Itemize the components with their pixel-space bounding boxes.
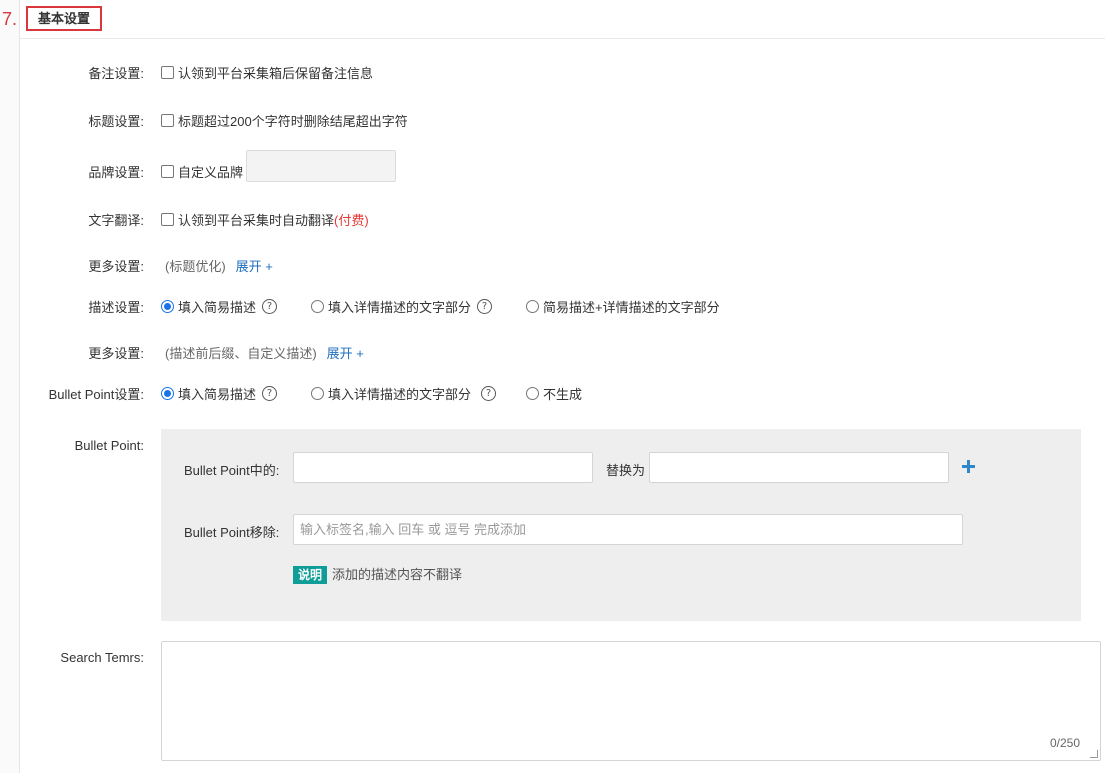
brand-row: 品牌设置: 自定义品牌 (0, 150, 1105, 184)
note-text: 添加的描述内容不翻译 (332, 567, 463, 582)
add-rule-button[interactable] (962, 459, 975, 475)
auto-translate-checkbox[interactable] (161, 212, 174, 226)
help-icon[interactable]: ? (262, 298, 278, 314)
title-setting-label: 标题设置: (88, 113, 144, 129)
translate-label: 文字翻译: (88, 212, 144, 228)
desc-radio-simple[interactable] (161, 299, 174, 313)
custom-brand-option[interactable]: 自定义品牌 (161, 162, 243, 181)
brand-label: 品牌设置: (88, 164, 144, 180)
bullet-remove-label: Bullet Point移除: (184, 525, 280, 540)
section-number: 7. (2, 9, 18, 29)
auto-translate-text: 认领到平台采集时自动翻译 (178, 212, 335, 228)
note-badge: 说明 (293, 566, 328, 584)
title-truncate-text: 标题超过200个字符时删除结尾超出字符 (178, 113, 408, 129)
more-settings-desc-content: (描述前后缀、自定义描述) 展开 + (165, 343, 364, 362)
remark-row: 备注设置: 认领到平台采集箱后保留备注信息 (0, 59, 1105, 85)
desc-option-combined-text: 简易描述+详情描述的文字部分 (543, 299, 720, 315)
search-terms-label: Search Temrs: (60, 650, 144, 665)
bullet-setting-row: Bullet Point设置: 填入简易描述 ? 填入详情描述的文字部分 ? 不… (0, 380, 1105, 406)
title-truncate-checkbox[interactable] (161, 113, 174, 127)
bullet-radio-detail[interactable] (311, 386, 324, 400)
description-label: 描述设置: (88, 299, 144, 315)
title-optimize-hint: (标题优化) (165, 258, 226, 274)
custom-brand-text: 自定义品牌 (178, 164, 244, 180)
bullet-replace-label: Bullet Point中的: (184, 463, 280, 478)
desc-option-simple[interactable]: 填入简易描述 ? (161, 293, 278, 319)
paid-tag: (付费) (334, 212, 369, 228)
bullet-radio-none[interactable] (526, 386, 539, 400)
search-terms-textarea[interactable]: 0/250 (161, 641, 1101, 761)
section-title: 基本设置 (26, 6, 103, 31)
expand-desc-link[interactable]: 展开 + (327, 343, 364, 362)
bullet-option-none[interactable]: 不生成 (526, 380, 582, 406)
desc-prefix-hint: (描述前后缀、自定义描述) (165, 345, 317, 361)
more-settings-desc-row: 更多设置: (描述前后缀、自定义描述) 展开 + (0, 339, 1105, 365)
help-icon[interactable]: ? (481, 385, 497, 401)
help-icon[interactable]: ? (262, 385, 278, 401)
bullet-option-detail-text: 填入详情描述的文字部分 (328, 386, 472, 402)
remark-checkbox[interactable] (161, 65, 174, 79)
help-icon[interactable]: ? (477, 298, 493, 314)
title-truncate-option[interactable]: 标题超过200个字符时删除结尾超出字符 (161, 111, 408, 130)
bullet-replace-from-input[interactable] (293, 452, 593, 483)
bullet-radio-simple[interactable] (161, 386, 174, 400)
desc-option-combined[interactable]: 简易描述+详情描述的文字部分 (526, 293, 720, 319)
desc-radio-detail[interactable] (311, 299, 324, 313)
bullet-option-none-text: 不生成 (543, 386, 583, 402)
custom-brand-checkbox[interactable] (161, 164, 174, 178)
translate-row: 文字翻译: 认领到平台采集时自动翻译 (付费) (0, 206, 1105, 232)
header-divider (20, 38, 1105, 39)
desc-option-detail-text: 填入详情描述的文字部分 (328, 299, 472, 315)
auto-translate-option[interactable]: 认领到平台采集时自动翻译 (付费) (161, 210, 369, 229)
title-setting-row: 标题设置: 标题超过200个字符时删除结尾超出字符 (0, 107, 1105, 133)
bullet-option-simple-text: 填入简易描述 (178, 386, 257, 402)
resize-handle[interactable] (1090, 750, 1098, 758)
bullet-setting-label: Bullet Point设置: (48, 386, 144, 402)
desc-option-simple-text: 填入简易描述 (178, 299, 257, 315)
more-settings-title-content: (标题优化) 展开 + (165, 256, 273, 275)
desc-option-detail[interactable]: 填入详情描述的文字部分 ? (311, 293, 493, 319)
more-settings-title-row: 更多设置: (标题优化) 展开 + (0, 252, 1105, 278)
description-row: 描述设置: 填入简易描述 ? 填入详情描述的文字部分 ? 简易描述+详情描述的文… (0, 293, 1105, 319)
desc-radio-combined[interactable] (526, 299, 539, 313)
bullet-remove-tag-input[interactable] (293, 514, 963, 545)
plus-icon[interactable] (962, 460, 975, 473)
expand-title-link[interactable]: 展开 + (236, 256, 273, 275)
replace-to-label: 替换为 (606, 463, 646, 478)
more-settings-label: 更多设置: (88, 345, 144, 361)
more-settings-label: 更多设置: (88, 258, 144, 274)
remark-label: 备注设置: (88, 65, 144, 81)
bullet-option-simple[interactable]: 填入简易描述 ? (161, 380, 278, 406)
brand-input[interactable] (246, 150, 396, 182)
bullet-option-detail[interactable]: 填入详情描述的文字部分 ? (311, 380, 497, 406)
bullet-replace-to-input[interactable] (649, 452, 949, 483)
remark-checkbox-option[interactable]: 认领到平台采集箱后保留备注信息 (161, 63, 373, 82)
char-counter: 0/250 (1049, 736, 1080, 750)
bullet-point-label: Bullet Point: (74, 438, 144, 453)
remark-option-text: 认领到平台采集箱后保留备注信息 (178, 65, 374, 81)
